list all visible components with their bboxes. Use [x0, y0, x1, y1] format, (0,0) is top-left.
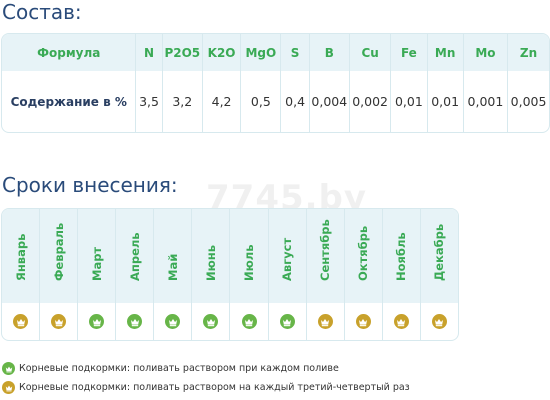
value-cell: 0,002	[349, 71, 392, 132]
month-column: Сентябрь	[306, 209, 345, 340]
value-cell: 0,004	[309, 71, 350, 132]
month-column: Ноябль	[382, 209, 421, 340]
crown-icon	[2, 362, 15, 375]
crown-icon	[127, 314, 143, 329]
month-label: Июль	[242, 244, 256, 282]
month-column: Июнь	[192, 209, 231, 340]
month-label: Январь	[13, 233, 28, 281]
month-label: Апрель	[127, 232, 142, 281]
month-column: Апрель	[116, 209, 155, 340]
composition-table: Формула N P2O5 K2O MgO S B Cu Fe Mn Mo Z…	[1, 33, 550, 133]
month-column: Март	[78, 209, 117, 340]
month-column: Июль	[230, 209, 269, 340]
month-header: Октябрь	[344, 209, 382, 303]
value-cell: 0,5	[240, 71, 282, 132]
crown-icon	[431, 314, 447, 329]
month-column: Февраль	[40, 209, 79, 340]
month-mark-cell	[116, 303, 153, 340]
month-column: Август	[268, 209, 307, 340]
month-label: Февраль	[51, 222, 66, 281]
value-cell: 0,005	[510, 94, 547, 109]
month-mark-cell	[154, 303, 191, 340]
month-mark-cell	[383, 303, 420, 340]
crown-icon	[51, 314, 67, 329]
crown-icon	[2, 381, 15, 394]
legend-item: Корневые подкормки: поливать раствором н…	[2, 381, 410, 394]
month-label: Ноябль	[394, 232, 409, 281]
crown-icon	[13, 314, 29, 329]
crown-icon	[165, 314, 181, 329]
month-label: Май	[165, 253, 180, 281]
month-header: Февраль	[40, 209, 78, 303]
month-mark-cell	[40, 303, 77, 340]
legend-text: Корневые подкормки: поливать раствором н…	[19, 382, 410, 393]
month-label: Август	[280, 237, 295, 281]
month-mark-cell	[2, 303, 39, 340]
composition-title: Состав:	[2, 0, 82, 24]
month-header: Август	[268, 209, 306, 303]
month-mark-cell	[421, 303, 458, 340]
legend-text: Корневые подкормки: поливать раствором п…	[19, 363, 339, 374]
row-label: Содержание в %	[2, 71, 137, 132]
header-cell: S	[280, 34, 310, 71]
month-mark-cell	[230, 303, 267, 340]
crown-icon	[355, 314, 371, 329]
month-header: Июнь	[192, 209, 230, 303]
header-cell: MgO	[240, 34, 282, 71]
header-cell: Cu	[349, 34, 392, 71]
crown-icon	[279, 314, 295, 329]
value-cell: 0,001	[463, 71, 509, 132]
header-cell: B	[309, 34, 350, 71]
header-cell: P2O5	[162, 34, 203, 71]
header-cell: Fe	[390, 34, 428, 71]
month-header: Июль	[230, 209, 268, 303]
month-header: Апрель	[116, 209, 154, 303]
month-header: Декабрь	[420, 209, 458, 303]
crown-icon	[241, 314, 257, 329]
month-header: Январь	[2, 209, 40, 303]
month-header: Март	[78, 209, 116, 303]
schedule-title: Сроки внесения:	[2, 173, 178, 197]
month-label: Декабрь	[432, 223, 447, 281]
value-cell: 0,01	[390, 71, 428, 132]
month-header: Ноябль	[382, 209, 420, 303]
month-mark-cell	[269, 303, 306, 340]
month-mark-cell	[307, 303, 344, 340]
month-label: Июнь	[203, 244, 218, 281]
header-cell: Формула	[2, 34, 137, 71]
month-column: Декабрь	[420, 209, 458, 340]
month-column: Октябрь	[344, 209, 383, 340]
composition-header-row: Формула N P2O5 K2O MgO S B Cu Fe Mn Mo Z…	[2, 34, 549, 71]
crown-icon	[203, 314, 219, 329]
value-cell: 3,2	[162, 71, 203, 132]
value-cell: 4,2	[202, 71, 242, 132]
month-header: Май	[154, 209, 192, 303]
table-row: Содержание в % 3,5 3,2 4,2 0,5 0,4 0,004…	[2, 71, 549, 132]
legend-item: Корневые подкормки: поливать раствором п…	[2, 362, 339, 375]
header-cell: N	[135, 34, 163, 71]
month-mark-cell	[345, 303, 382, 340]
month-label: Сентябрь	[318, 219, 333, 281]
crown-icon	[393, 314, 409, 329]
month-mark-cell	[192, 303, 229, 340]
header-cell: Mo	[463, 34, 509, 71]
value-cell: 0,01	[427, 71, 464, 132]
header-cell: Mn	[427, 34, 464, 71]
month-mark-cell	[78, 303, 115, 340]
header-cell: Zn	[519, 45, 538, 60]
month-header: Сентябрь	[306, 209, 344, 303]
crown-icon	[317, 314, 333, 329]
month-column: Май	[154, 209, 193, 340]
month-label: Октябрь	[356, 225, 371, 281]
crown-icon	[89, 314, 105, 329]
header-cell: K2O	[202, 34, 242, 71]
month-column: Январь	[2, 209, 41, 340]
value-cell: 0,4	[280, 71, 310, 132]
month-label: Март	[89, 246, 104, 281]
schedule-table: Январь Февраль Март Апрель Май Июнь Июль Август…	[1, 208, 459, 341]
value-cell: 3,5	[135, 71, 163, 132]
